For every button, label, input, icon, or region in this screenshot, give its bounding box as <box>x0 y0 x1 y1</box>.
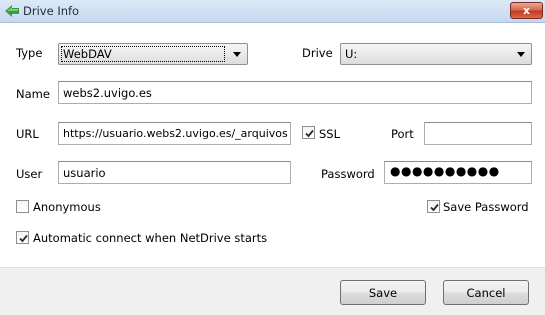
user-label: User <box>16 167 43 181</box>
user-field[interactable]: usuario <box>58 161 291 184</box>
netdrive-app-icon <box>5 5 19 17</box>
name-field-value: webs2.uvigo.es <box>63 86 152 100</box>
type-select[interactable]: WebDAV <box>58 43 248 65</box>
save-password-label: Save Password <box>443 200 529 214</box>
window-title: Drive Info <box>23 4 80 18</box>
close-icon: x <box>522 4 531 17</box>
type-select-value: WebDAV <box>63 47 112 61</box>
name-field[interactable]: webs2.uvigo.es <box>58 81 532 104</box>
drive-select-value: U: <box>345 47 358 61</box>
dialog-footer: Save Cancel <box>0 267 545 315</box>
type-label: Type <box>16 46 43 60</box>
auto-connect-label: Automatic connect when NetDrive starts <box>33 231 268 245</box>
name-label: Name <box>16 87 50 101</box>
drive-label: Drive <box>302 46 333 60</box>
port-label: Port <box>391 127 414 141</box>
checkmark-icon <box>305 129 314 138</box>
title-bar: Drive Info x <box>0 0 545 23</box>
ssl-label: SSL <box>319 127 341 141</box>
save-button[interactable]: Save <box>340 280 426 305</box>
chevron-down-icon <box>233 52 241 57</box>
user-field-value: usuario <box>63 166 106 180</box>
close-button[interactable]: x <box>510 2 543 19</box>
ssl-checkbox[interactable] <box>302 126 315 139</box>
cancel-button-label: Cancel <box>466 285 506 300</box>
checkmark-icon <box>19 234 28 243</box>
url-field-value: https://usuario.webs2.uvigo.es/_arquivos <box>63 127 288 140</box>
save-button-label: Save <box>368 285 398 300</box>
url-label: URL <box>16 127 39 141</box>
anonymous-label: Anonymous <box>33 200 101 214</box>
password-label: Password <box>321 167 375 181</box>
drive-select[interactable]: U: <box>340 43 532 65</box>
chevron-down-icon <box>517 52 525 57</box>
auto-connect-checkbox[interactable] <box>16 231 29 244</box>
port-field[interactable] <box>424 122 532 145</box>
password-field-value: ●●●●●●●●●● <box>390 164 500 178</box>
anonymous-checkbox[interactable] <box>16 200 29 213</box>
save-password-checkbox[interactable] <box>427 200 440 213</box>
password-field[interactable]: ●●●●●●●●●● <box>384 161 532 184</box>
url-field[interactable]: https://usuario.webs2.uvigo.es/_arquivos <box>58 122 291 145</box>
cancel-button[interactable]: Cancel <box>443 280 529 305</box>
checkmark-icon <box>430 203 439 212</box>
